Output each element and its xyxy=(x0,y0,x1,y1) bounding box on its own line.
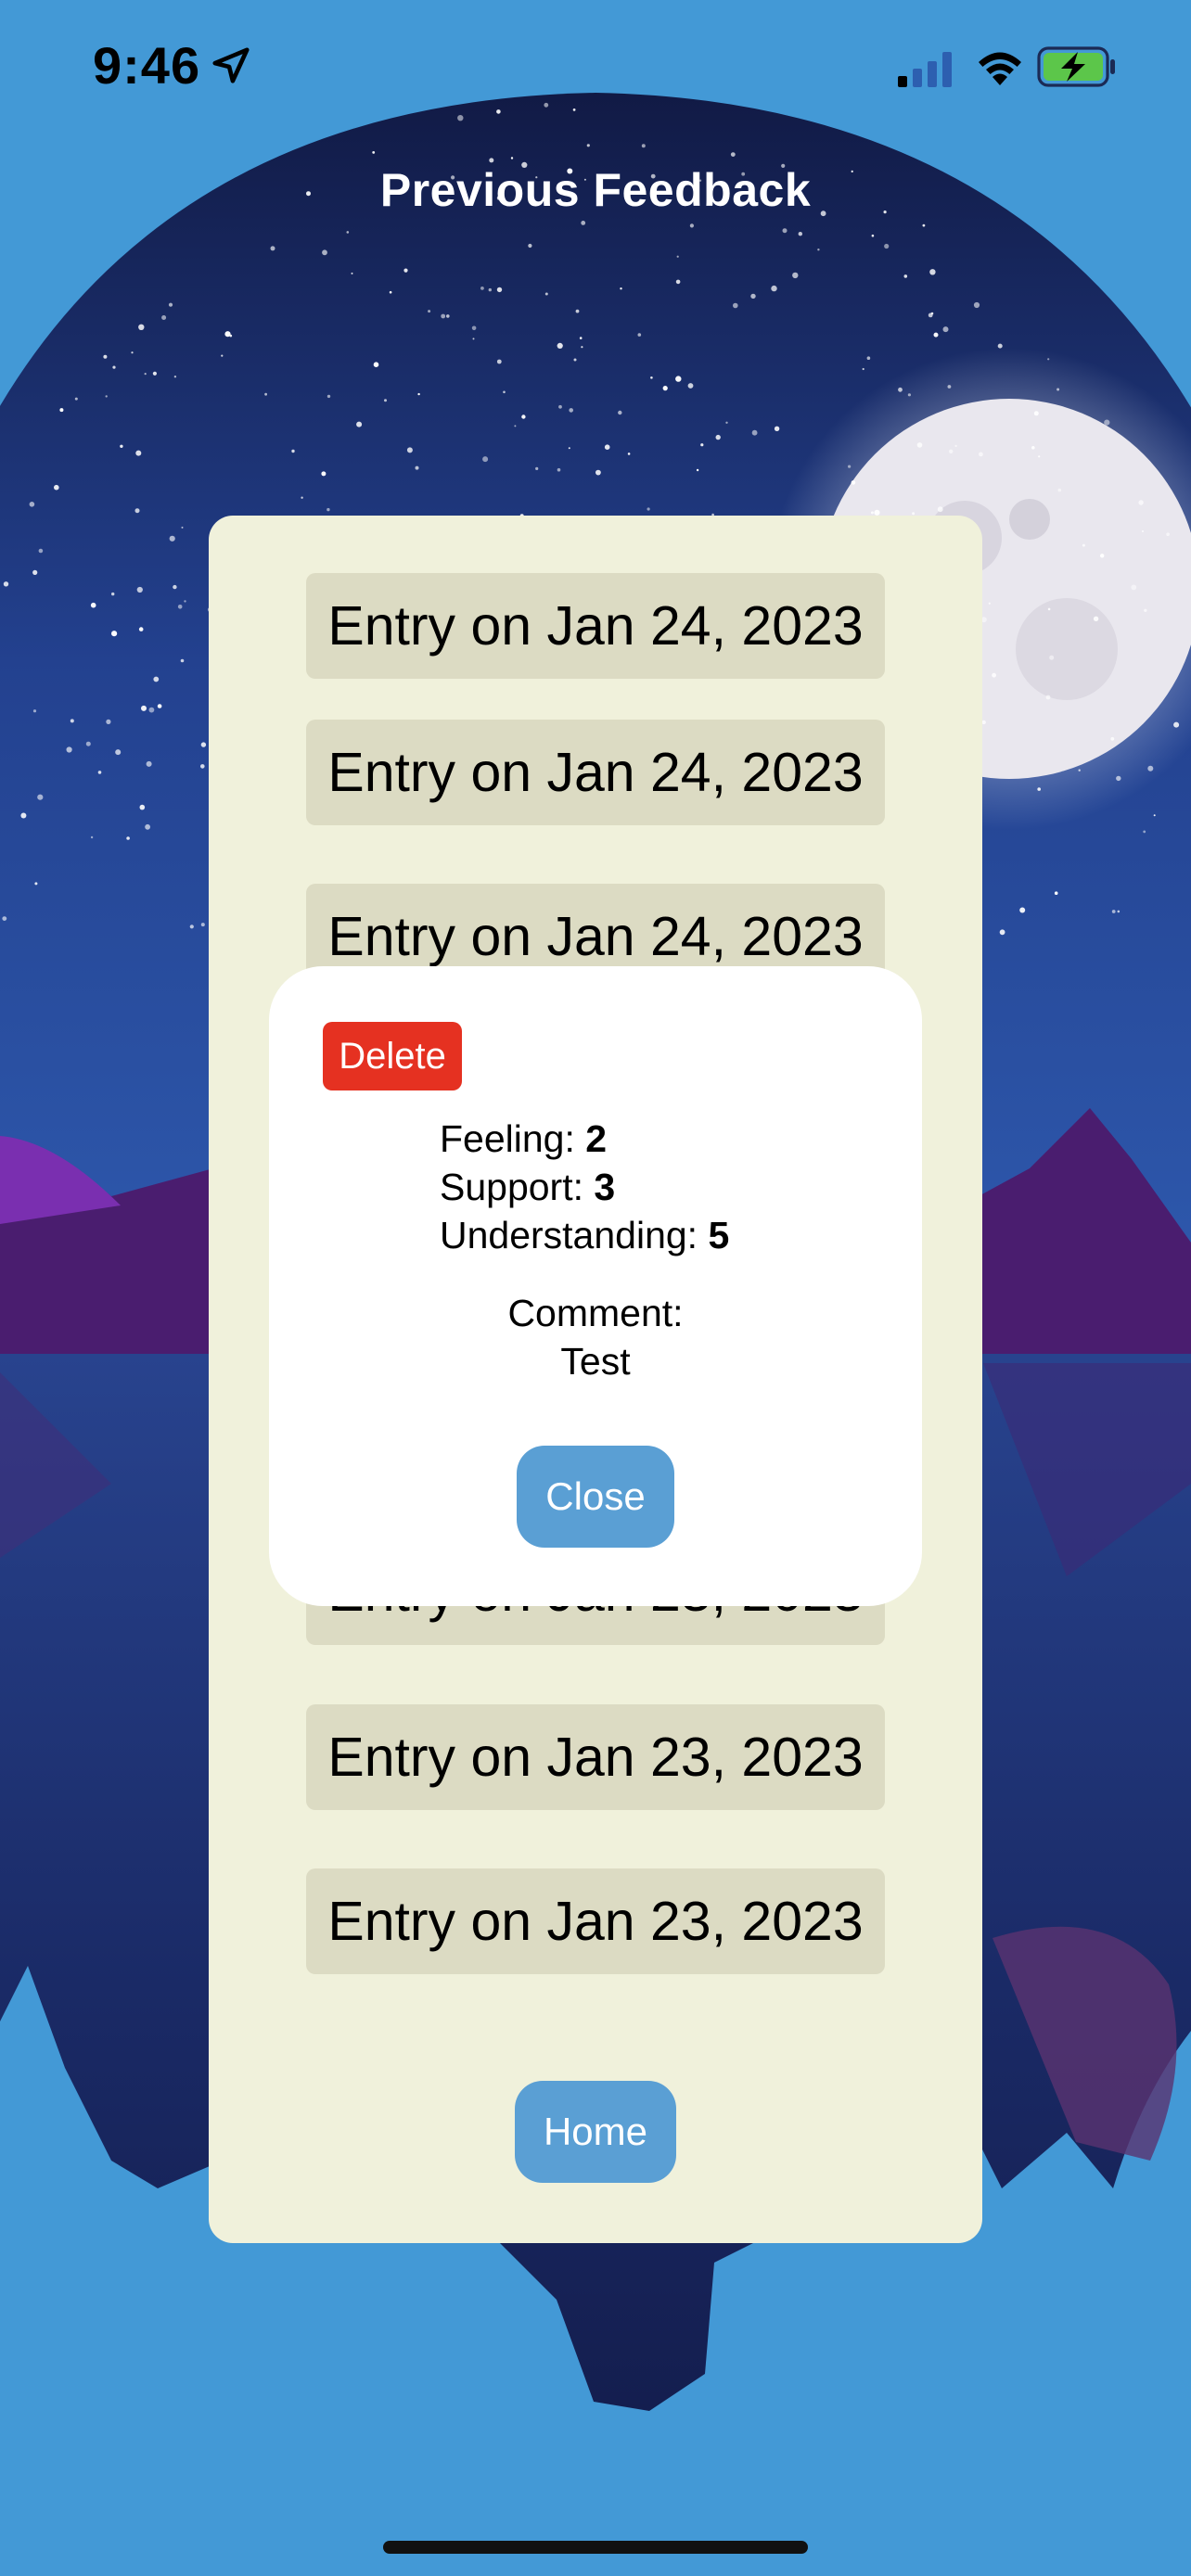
feedback-entry[interactable]: Entry on Jan 24, 2023 xyxy=(306,573,885,679)
delete-button[interactable]: Delete xyxy=(323,1022,462,1090)
support-row: Support: 3 xyxy=(440,1163,729,1211)
feeling-label: Feeling: xyxy=(440,1117,575,1160)
feedback-entry[interactable]: Entry on Jan 23, 2023 xyxy=(306,1868,885,1974)
support-label: Support: xyxy=(440,1166,583,1208)
wifi-icon xyxy=(979,52,1021,85)
feeling-row: Feeling: 2 xyxy=(440,1115,729,1163)
understanding-row: Understanding: 5 xyxy=(440,1211,729,1259)
rating-stats: Feeling: 2 Support: 3 Understanding: 5 xyxy=(440,1115,729,1259)
feeling-value: 2 xyxy=(585,1117,608,1160)
home-indicator[interactable] xyxy=(383,2541,808,2554)
home-button[interactable]: Home xyxy=(515,2081,676,2183)
comment-text: Test xyxy=(560,1340,631,1383)
page-title: Previous Feedback xyxy=(379,164,812,216)
cellular-signal-icon xyxy=(898,52,952,87)
understanding-value: 5 xyxy=(708,1214,730,1256)
feedback-entry[interactable]: Entry on Jan 23, 2023 xyxy=(306,1704,885,1810)
entry-detail-modal: Delete Feeling: 2 Support: 3 Understandi… xyxy=(269,966,922,1606)
status-time: 9:46 xyxy=(93,36,201,95)
comment-section: Comment: Test xyxy=(269,1289,922,1385)
status-bar: 9:46 xyxy=(0,0,1191,130)
feedback-entry[interactable]: Entry on Jan 24, 2023 xyxy=(306,720,885,825)
understanding-label: Understanding: xyxy=(440,1214,698,1256)
location-arrow-icon xyxy=(212,47,250,83)
support-value: 3 xyxy=(594,1166,616,1208)
battery-charging-icon xyxy=(1037,46,1115,87)
comment-label: Comment: xyxy=(507,1292,684,1334)
close-button[interactable]: Close xyxy=(517,1446,674,1548)
